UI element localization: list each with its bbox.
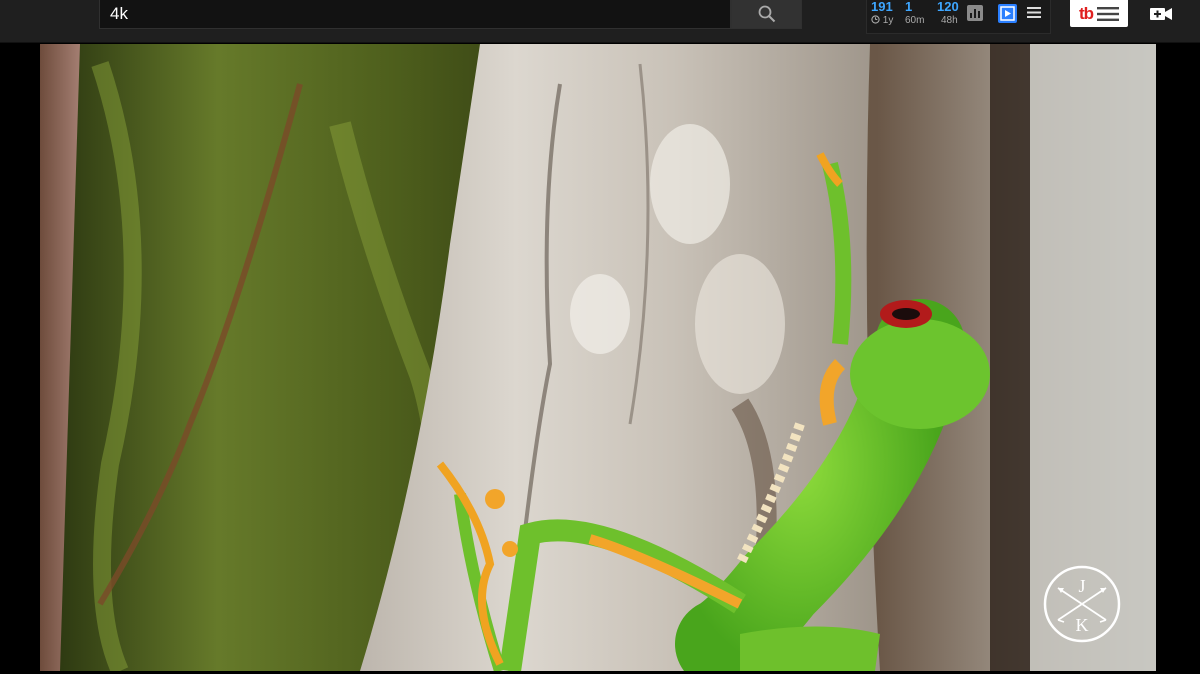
- bar-chart-icon[interactable]: [967, 5, 983, 21]
- video-camera-add-icon: [1150, 8, 1172, 20]
- search-input[interactable]: [99, 0, 731, 29]
- stat-1y[interactable]: 191 1y: [871, 0, 893, 27]
- search-button[interactable]: [731, 0, 802, 29]
- watermark-bottom-letter: K: [1076, 615, 1089, 635]
- play-logo-icon: [1000, 6, 1015, 21]
- stat-value: 120: [937, 0, 959, 14]
- badge-text: tb: [1078, 3, 1094, 23]
- menu-icon: [1097, 6, 1120, 21]
- clock-icon: [871, 15, 880, 24]
- extension-logo-button[interactable]: [998, 4, 1017, 23]
- menu-icon[interactable]: [1027, 6, 1041, 24]
- extension-stats-panel: 191 1y 1 60m 120 48h: [866, 0, 1051, 34]
- search-icon: [758, 5, 775, 23]
- video-player[interactable]: J K: [40, 44, 1156, 671]
- create-video-button[interactable]: [1148, 3, 1174, 25]
- stat-value: 1: [905, 0, 913, 14]
- tubebuddy-badge[interactable]: tb: [1070, 0, 1128, 27]
- stat-period: 48h: [941, 15, 958, 26]
- watermark-top-letter: J: [1078, 576, 1085, 596]
- stat-period: 60m: [905, 15, 925, 26]
- video-frame-frog-on-tree: [40, 44, 1156, 671]
- top-bar: 191 1y 1 60m 120 48h: [0, 0, 1200, 43]
- stat-48h[interactable]: 120 48h: [937, 0, 959, 27]
- stat-value: 191: [871, 0, 893, 14]
- channel-watermark[interactable]: J K: [1042, 564, 1122, 644]
- jk-arrows-logo-icon: J K: [1043, 565, 1121, 643]
- stat-label: 1y: [871, 14, 893, 27]
- stat-60m[interactable]: 1 60m: [905, 0, 924, 27]
- stat-period: 1y: [882, 15, 894, 26]
